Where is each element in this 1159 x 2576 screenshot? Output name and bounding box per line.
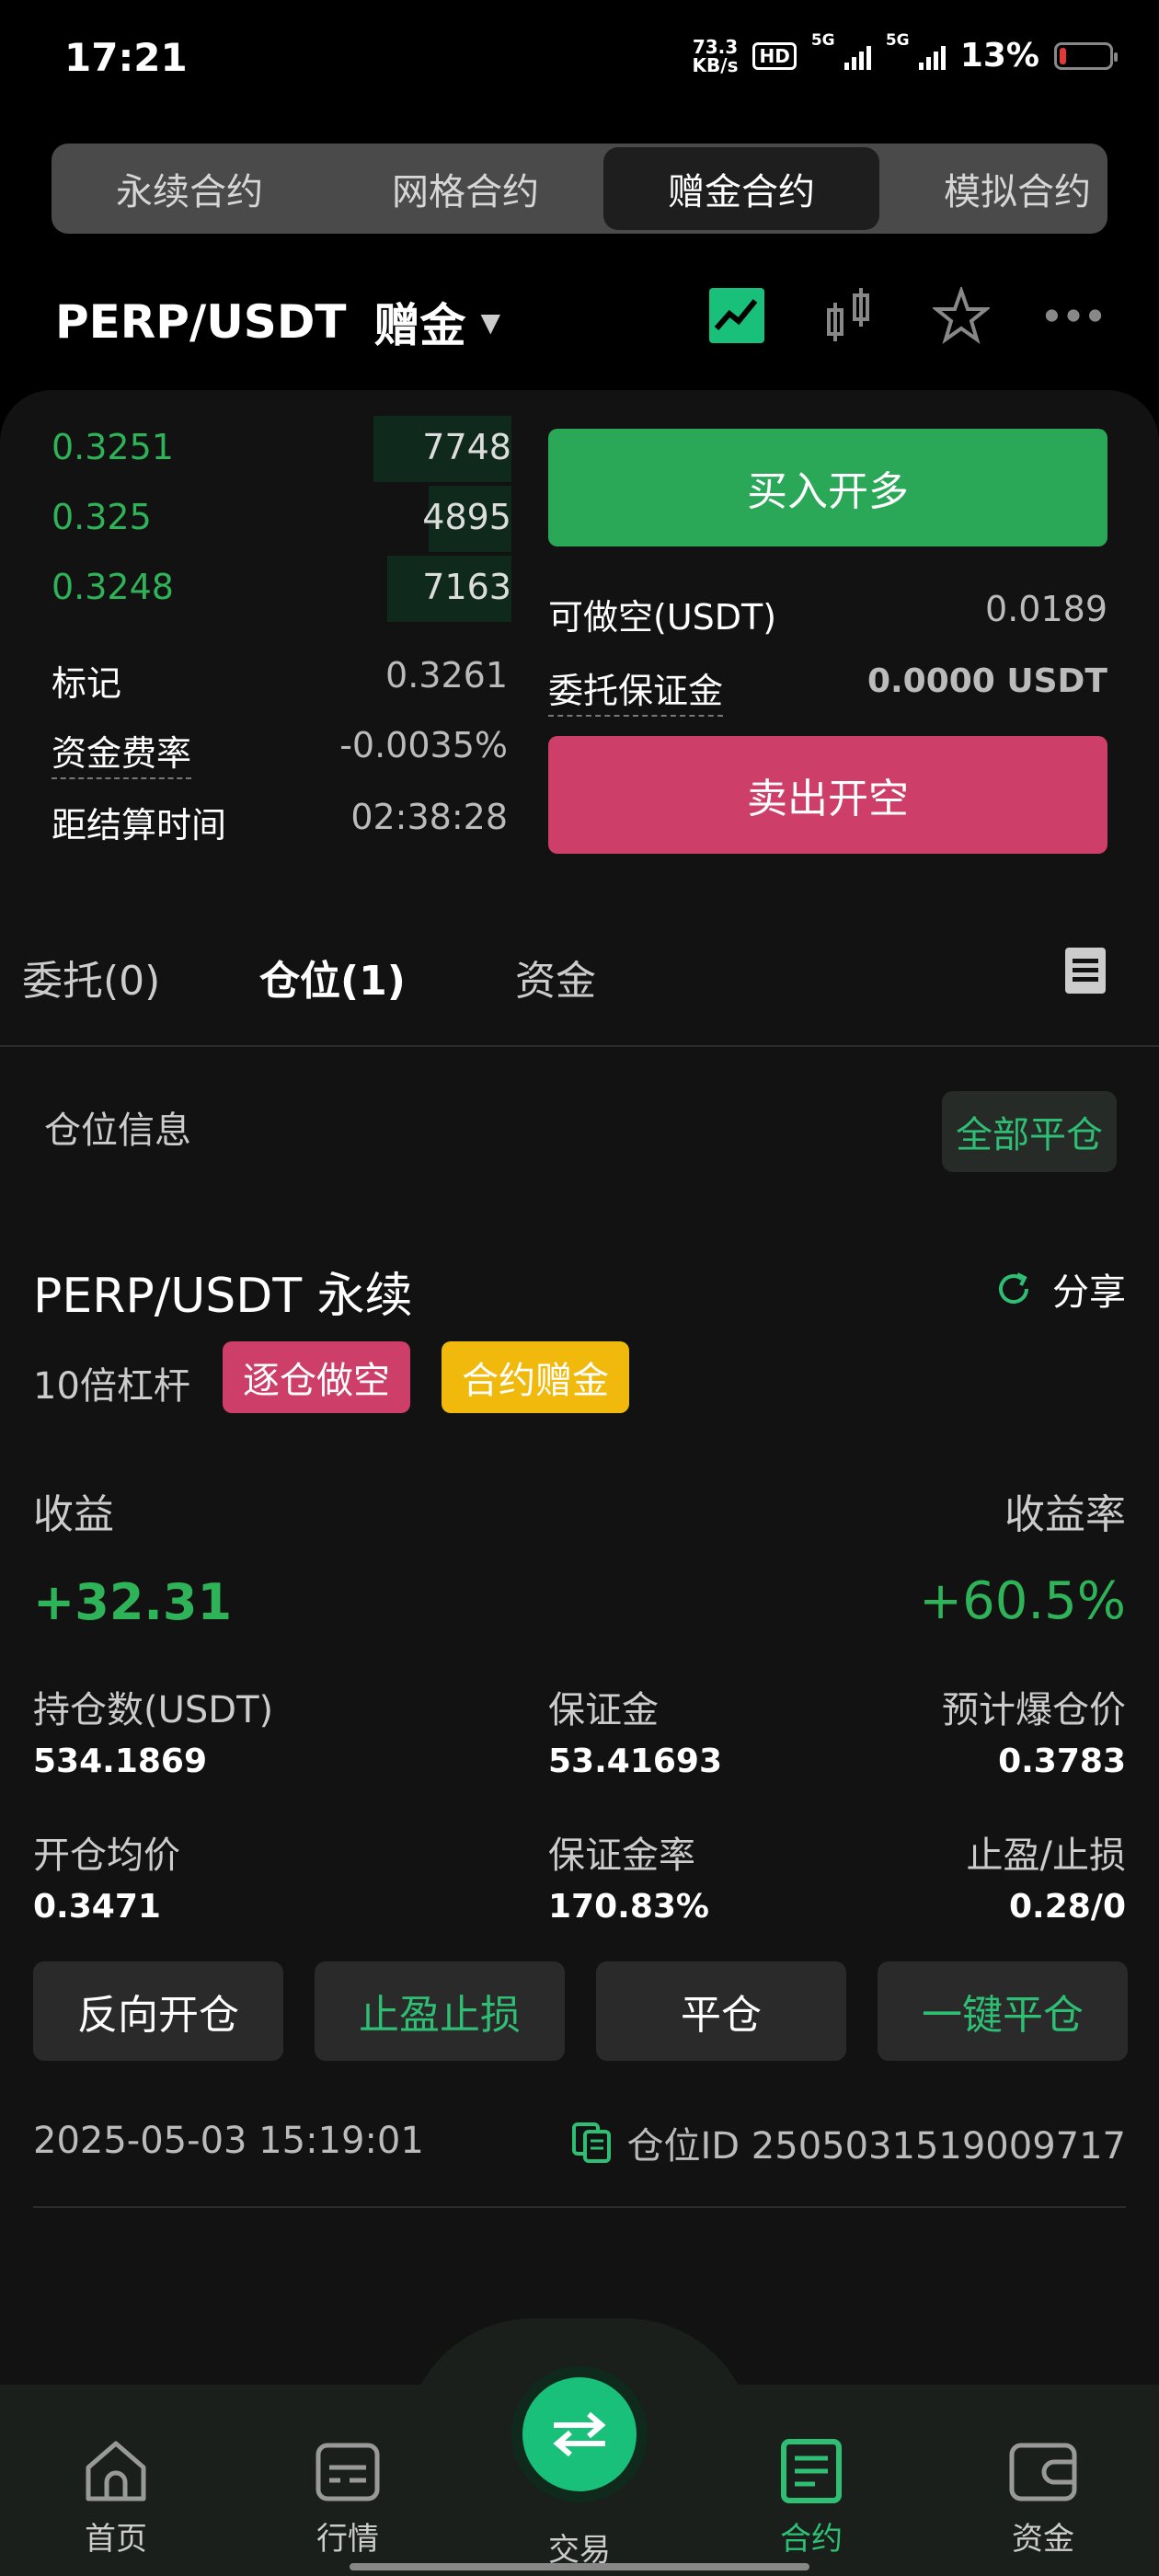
reverse-position-button[interactable]: 反向开仓 (33, 1961, 283, 2061)
divider (33, 2206, 1126, 2208)
pnl-label: 收益 (33, 1491, 114, 1538)
position-timestamp: 2025-05-03 15:19:01 (33, 2120, 424, 2162)
tab-grid[interactable]: 网格合约 (327, 144, 603, 234)
nav-home[interactable]: 首页 (42, 2436, 189, 2559)
tpsl-label: 止盈/止损 (966, 1834, 1126, 1877)
short-available-row: 可做空(USDT) 0.0189 (548, 589, 1107, 638)
position-info-title: 仓位信息 (44, 1110, 191, 1152)
tpsl-value: 0.28/0 (1008, 1888, 1126, 1926)
caret-down-icon: ▼ (480, 306, 500, 338)
pnl-rate-value: +60.5% (919, 1571, 1126, 1631)
nav-assets[interactable]: 资金 (970, 2436, 1117, 2559)
candlestick-icon[interactable] (819, 285, 879, 346)
size-label: 持仓数(USDT) (33, 1689, 274, 1731)
share-icon (999, 1272, 1028, 1304)
home-indicator (350, 2563, 809, 2570)
orderbook-row[interactable]: 0.3251 7748 (52, 416, 511, 482)
market-icon (316, 2443, 380, 2501)
swap-icon (553, 2411, 606, 2457)
tab-orders[interactable]: 委托(0) (22, 948, 160, 1006)
entry-price-label: 开仓均价 (33, 1834, 180, 1877)
pair-selector[interactable]: PERP/USDT 赠金 ▼ (55, 289, 500, 355)
tab-bonus[interactable]: 赠金合约 (603, 147, 879, 230)
leverage-label: 10倍杠杆 (33, 1365, 190, 1408)
share-button[interactable]: 分享 (993, 1262, 1126, 1316)
header-actions (706, 285, 1104, 346)
star-icon[interactable] (931, 285, 992, 346)
battery-percent: 13% (959, 37, 1039, 75)
size-value: 534.1869 (33, 1742, 208, 1780)
position-title: PERP/USDT 永续 (33, 1269, 413, 1324)
document-icon[interactable] (1065, 948, 1106, 997)
funding-rate-row[interactable]: 资金费率 -0.0035% (52, 725, 508, 779)
net-speed: 73.3 KB/s (692, 35, 739, 76)
nav-market[interactable]: 行情 (274, 2436, 421, 2559)
home-icon (86, 2441, 146, 2501)
tp-sl-button[interactable]: 止盈止损 (315, 1961, 565, 2061)
margin-ratio-label: 保证金率 (548, 1834, 695, 1877)
margin-value: 53.41693 (548, 1742, 723, 1780)
trend-chart-icon[interactable] (706, 285, 767, 346)
orderbook-row[interactable]: 0.3248 7163 (52, 556, 511, 622)
wallet-icon (1009, 2443, 1077, 2501)
pnl-value: +32.31 (33, 1573, 233, 1631)
tab-positions[interactable]: 仓位(1) (259, 948, 406, 1006)
signal-icon: 5G (886, 31, 946, 70)
hd-icon: HD (752, 41, 797, 70)
pair-name: PERP/USDT (55, 295, 347, 349)
orderbook-row[interactable]: 0.325 4895 (52, 486, 511, 552)
entry-price-value: 0.3471 (33, 1888, 161, 1926)
mark-price-row: 标记 0.3261 (52, 655, 508, 704)
settlement-time-row: 距结算时间 02:38:28 (52, 797, 508, 845)
more-icon[interactable] (1043, 285, 1104, 346)
contract-type-tabs: 永续合约 网格合约 赠金合约 模拟合约 (52, 144, 1107, 234)
tab-assets[interactable]: 资金 (515, 948, 596, 1006)
open-long-button[interactable]: 买入开多 (548, 429, 1107, 546)
divider (0, 1045, 1159, 1047)
contract-icon (781, 2439, 842, 2503)
close-all-button[interactable]: 全部平仓 (942, 1091, 1117, 1172)
close-position-button[interactable]: 平仓 (596, 1961, 846, 2061)
nav-trade-button[interactable] (522, 2377, 637, 2491)
position-id[interactable]: 仓位ID 2505031519009717 (571, 2116, 1126, 2169)
margin-mode-badge: 逐仓做空 (223, 1341, 410, 1413)
liq-price-value: 0.3783 (998, 1742, 1126, 1780)
margin-label: 保证金 (548, 1689, 659, 1731)
open-short-button[interactable]: 卖出开空 (548, 736, 1107, 854)
pnl-rate-label: 收益率 (1004, 1491, 1126, 1538)
copy-icon (571, 2122, 611, 2163)
tab-demo[interactable]: 模拟合约 (879, 144, 1107, 234)
margin-ratio-value: 170.83% (548, 1888, 709, 1926)
signal-icon: 5G (811, 31, 871, 70)
nav-contract[interactable]: 合约 (738, 2436, 885, 2559)
bonus-badge: 合约赠金 (442, 1341, 629, 1413)
status-icons: 73.3 KB/s HD 5G 5G 13% (692, 31, 1118, 76)
pair-badge: 赠金 (373, 299, 466, 352)
status-time: 17:21 (64, 35, 188, 80)
one-click-close-button[interactable]: 一键平仓 (878, 1961, 1128, 2061)
tab-perpetual[interactable]: 永续合约 (52, 144, 327, 234)
trade-panel (0, 390, 1159, 2576)
battery-icon (1054, 41, 1118, 70)
liq-price-label: 预计爆仓价 (942, 1689, 1126, 1731)
order-margin-row[interactable]: 委托保证金 0.0000 USDT (548, 662, 1107, 717)
